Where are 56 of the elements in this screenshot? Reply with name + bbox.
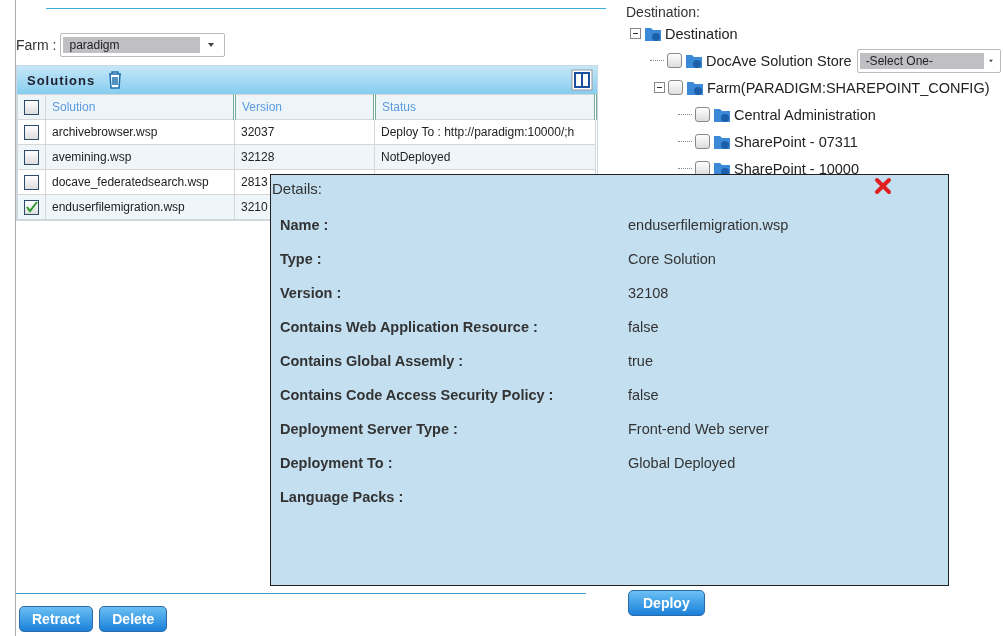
checkbox[interactable] [667,53,682,68]
destination-label: Destination: [626,4,701,20]
solutions-title: Solutions [27,72,96,88]
folder-icon [713,133,731,150]
field-label: Deployment Server Type : [280,421,459,437]
tree-item[interactable]: SharePoint - 07311 [734,133,858,150]
field-value: Global Deployed [628,455,736,471]
field-label: Type : [280,251,323,267]
field-label: Contains Web Application Resource : [280,319,539,335]
checkbox[interactable] [695,107,710,122]
table-cell: Deploy To : http://paradigm:10000/;h [374,119,596,145]
details-title: Details: [272,180,323,197]
store-select[interactable]: -Select One- [856,48,1001,73]
checkbox[interactable] [24,199,39,215]
checkbox[interactable] [24,124,39,140]
folder-icon [713,106,731,123]
folder-icon [644,25,662,42]
collapse-icon[interactable] [654,82,665,93]
field-label: Version : [280,285,343,301]
tree-item[interactable]: Farm(PARADIGM:SHAREPOINT_CONFIG) [707,79,990,96]
field-label: Contains Global Assemly : [280,353,465,369]
field-value: Front-end Web server [628,421,769,437]
columns-icon[interactable] [571,69,593,91]
tree-item[interactable]: DocAve Solution Store [706,52,852,69]
farm-select[interactable]: paradigm [60,33,226,57]
checkbox[interactable] [24,99,39,115]
field-value: enduserfilemigration.wsp [628,217,789,233]
checkbox[interactable] [695,134,710,149]
field-value: false [628,387,659,403]
field-label: Language Packs : [280,489,405,505]
tree-item[interactable]: Central Administration [734,106,876,123]
checkbox[interactable] [24,174,39,190]
field-label: Contains Code Access Security Policy : [280,387,555,403]
table-cell: enduserfilemigration.wsp [45,194,235,220]
table-cell: NotDeployed [374,144,596,170]
checkbox[interactable] [668,80,683,95]
table-cell: 32128 [234,144,375,170]
trash-icon[interactable] [107,71,124,89]
table-cell: archivebrowser.wsp [45,119,235,145]
checkbox[interactable] [24,149,39,165]
folder-icon [685,52,703,69]
field-label: Name : [280,217,330,233]
field-value: true [628,353,653,369]
field-value: Core Solution [628,251,716,267]
tree-item[interactable]: SharePoint - 10000 [734,160,859,177]
table-cell: docave_federatedsearch.wsp [45,169,235,195]
farm-label: Farm : [16,37,57,53]
field-value: false [628,319,659,335]
field-value: 32108 [628,285,669,301]
field-label: Deployment To : [280,455,394,471]
table-cell: 32037 [234,119,375,145]
table-cell: avemining.wsp [45,144,235,170]
close-icon[interactable] [874,177,892,195]
collapse-icon[interactable] [630,28,641,39]
folder-icon [686,79,704,96]
tree-item[interactable]: Destination [665,25,738,42]
